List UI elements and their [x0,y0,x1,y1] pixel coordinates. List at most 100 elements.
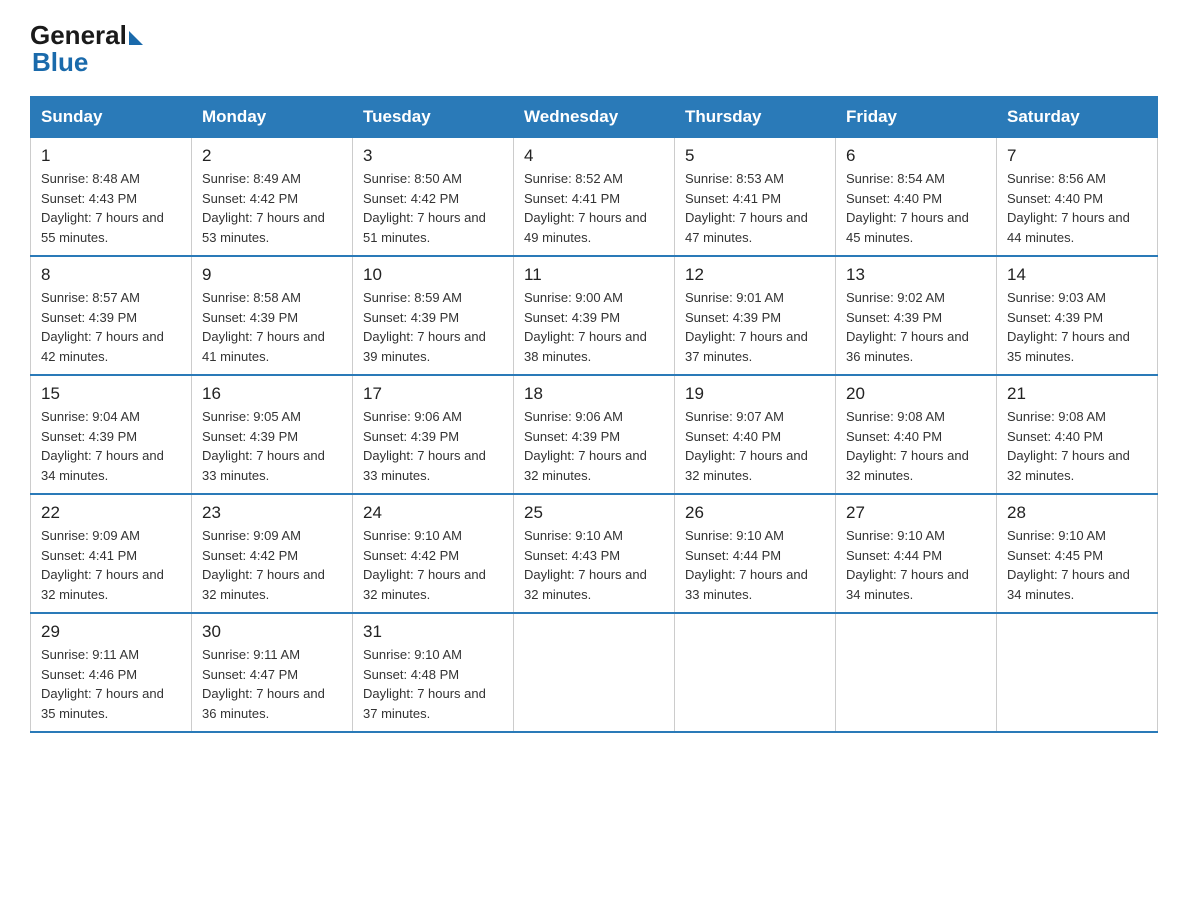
day-number: 22 [41,503,181,523]
day-number: 12 [685,265,825,285]
calendar-table: SundayMondayTuesdayWednesdayThursdayFrid… [30,96,1158,733]
calendar-week-row: 1 Sunrise: 8:48 AMSunset: 4:43 PMDaylight… [31,138,1158,257]
day-info: Sunrise: 9:11 AMSunset: 4:46 PMDaylight:… [41,647,164,721]
calendar-cell [675,613,836,732]
day-info: Sunrise: 9:07 AMSunset: 4:40 PMDaylight:… [685,409,808,483]
day-number: 6 [846,146,986,166]
calendar-cell: 29 Sunrise: 9:11 AMSunset: 4:46 PMDayligh… [31,613,192,732]
calendar-cell: 20 Sunrise: 9:08 AMSunset: 4:40 PMDayligh… [836,375,997,494]
day-number: 13 [846,265,986,285]
logo: General Blue [30,20,143,78]
day-info: Sunrise: 8:57 AMSunset: 4:39 PMDaylight:… [41,290,164,364]
calendar-cell: 12Sunrise: 9:01 AMSunset: 4:39 PMDayligh… [675,256,836,375]
weekday-header-friday: Friday [836,97,997,138]
calendar-cell: 4 Sunrise: 8:52 AMSunset: 4:41 PMDaylight… [514,138,675,257]
day-number: 4 [524,146,664,166]
day-info: Sunrise: 8:54 AMSunset: 4:40 PMDaylight:… [846,171,969,245]
day-info: Sunrise: 9:05 AMSunset: 4:39 PMDaylight:… [202,409,325,483]
weekday-header-thursday: Thursday [675,97,836,138]
day-info: Sunrise: 9:02 AMSunset: 4:39 PMDaylight:… [846,290,969,364]
day-number: 3 [363,146,503,166]
day-info: Sunrise: 9:06 AMSunset: 4:39 PMDaylight:… [363,409,486,483]
day-number: 30 [202,622,342,642]
day-number: 29 [41,622,181,642]
logo-arrow-icon [129,31,143,45]
day-number: 23 [202,503,342,523]
day-info: Sunrise: 9:10 AMSunset: 4:44 PMDaylight:… [685,528,808,602]
calendar-cell: 25Sunrise: 9:10 AMSunset: 4:43 PMDayligh… [514,494,675,613]
day-number: 24 [363,503,503,523]
day-info: Sunrise: 9:08 AMSunset: 4:40 PMDaylight:… [846,409,969,483]
page-header: General Blue [30,20,1158,78]
logo-blue-text: Blue [32,47,88,78]
calendar-cell: 23 Sunrise: 9:09 AMSunset: 4:42 PMDayligh… [192,494,353,613]
weekday-header-monday: Monday [192,97,353,138]
day-number: 15 [41,384,181,404]
day-number: 16 [202,384,342,404]
day-number: 7 [1007,146,1147,166]
day-info: Sunrise: 9:00 AMSunset: 4:39 PMDaylight:… [524,290,647,364]
calendar-cell: 2 Sunrise: 8:49 AMSunset: 4:42 PMDaylight… [192,138,353,257]
calendar-cell: 27Sunrise: 9:10 AMSunset: 4:44 PMDayligh… [836,494,997,613]
day-info: Sunrise: 8:56 AMSunset: 4:40 PMDaylight:… [1007,171,1130,245]
calendar-week-row: 22 Sunrise: 9:09 AMSunset: 4:41 PMDayligh… [31,494,1158,613]
day-number: 11 [524,265,664,285]
day-info: Sunrise: 8:48 AMSunset: 4:43 PMDaylight:… [41,171,164,245]
calendar-cell: 28 Sunrise: 9:10 AMSunset: 4:45 PMDayligh… [997,494,1158,613]
calendar-cell: 11 Sunrise: 9:00 AMSunset: 4:39 PMDayligh… [514,256,675,375]
calendar-cell: 17Sunrise: 9:06 AMSunset: 4:39 PMDayligh… [353,375,514,494]
calendar-cell: 15 Sunrise: 9:04 AMSunset: 4:39 PMDayligh… [31,375,192,494]
day-info: Sunrise: 8:50 AMSunset: 4:42 PMDaylight:… [363,171,486,245]
day-info: Sunrise: 9:10 AMSunset: 4:42 PMDaylight:… [363,528,486,602]
weekday-header-saturday: Saturday [997,97,1158,138]
weekday-header-row: SundayMondayTuesdayWednesdayThursdayFrid… [31,97,1158,138]
day-number: 2 [202,146,342,166]
calendar-cell: 7 Sunrise: 8:56 AMSunset: 4:40 PMDaylight… [997,138,1158,257]
day-info: Sunrise: 9:10 AMSunset: 4:43 PMDaylight:… [524,528,647,602]
day-info: Sunrise: 9:09 AMSunset: 4:42 PMDaylight:… [202,528,325,602]
calendar-cell: 24 Sunrise: 9:10 AMSunset: 4:42 PMDayligh… [353,494,514,613]
calendar-cell: 16 Sunrise: 9:05 AMSunset: 4:39 PMDayligh… [192,375,353,494]
day-info: Sunrise: 8:52 AMSunset: 4:41 PMDaylight:… [524,171,647,245]
calendar-cell: 30 Sunrise: 9:11 AMSunset: 4:47 PMDayligh… [192,613,353,732]
day-info: Sunrise: 9:10 AMSunset: 4:48 PMDaylight:… [363,647,486,721]
calendar-cell: 14 Sunrise: 9:03 AMSunset: 4:39 PMDayligh… [997,256,1158,375]
calendar-cell: 26 Sunrise: 9:10 AMSunset: 4:44 PMDayligh… [675,494,836,613]
day-number: 14 [1007,265,1147,285]
day-number: 27 [846,503,986,523]
day-number: 28 [1007,503,1147,523]
day-info: Sunrise: 9:06 AMSunset: 4:39 PMDaylight:… [524,409,647,483]
day-number: 18 [524,384,664,404]
calendar-cell: 8 Sunrise: 8:57 AMSunset: 4:39 PMDaylight… [31,256,192,375]
calendar-cell: 31 Sunrise: 9:10 AMSunset: 4:48 PMDayligh… [353,613,514,732]
day-info: Sunrise: 9:11 AMSunset: 4:47 PMDaylight:… [202,647,325,721]
calendar-cell: 1 Sunrise: 8:48 AMSunset: 4:43 PMDaylight… [31,138,192,257]
day-info: Sunrise: 8:53 AMSunset: 4:41 PMDaylight:… [685,171,808,245]
calendar-cell: 9Sunrise: 8:58 AMSunset: 4:39 PMDaylight… [192,256,353,375]
day-number: 31 [363,622,503,642]
day-number: 8 [41,265,181,285]
calendar-cell: 6 Sunrise: 8:54 AMSunset: 4:40 PMDaylight… [836,138,997,257]
calendar-week-row: 8 Sunrise: 8:57 AMSunset: 4:39 PMDaylight… [31,256,1158,375]
calendar-week-row: 29 Sunrise: 9:11 AMSunset: 4:46 PMDayligh… [31,613,1158,732]
weekday-header-wednesday: Wednesday [514,97,675,138]
day-info: Sunrise: 8:49 AMSunset: 4:42 PMDaylight:… [202,171,325,245]
day-info: Sunrise: 9:10 AMSunset: 4:45 PMDaylight:… [1007,528,1130,602]
calendar-cell: 13 Sunrise: 9:02 AMSunset: 4:39 PMDayligh… [836,256,997,375]
day-info: Sunrise: 9:09 AMSunset: 4:41 PMDaylight:… [41,528,164,602]
day-number: 26 [685,503,825,523]
day-number: 19 [685,384,825,404]
day-number: 10 [363,265,503,285]
day-number: 20 [846,384,986,404]
day-info: Sunrise: 9:04 AMSunset: 4:39 PMDaylight:… [41,409,164,483]
calendar-week-row: 15 Sunrise: 9:04 AMSunset: 4:39 PMDayligh… [31,375,1158,494]
calendar-cell: 3 Sunrise: 8:50 AMSunset: 4:42 PMDaylight… [353,138,514,257]
calendar-cell: 21Sunrise: 9:08 AMSunset: 4:40 PMDayligh… [997,375,1158,494]
day-info: Sunrise: 9:03 AMSunset: 4:39 PMDaylight:… [1007,290,1130,364]
day-info: Sunrise: 8:59 AMSunset: 4:39 PMDaylight:… [363,290,486,364]
day-number: 9 [202,265,342,285]
calendar-cell: 19 Sunrise: 9:07 AMSunset: 4:40 PMDayligh… [675,375,836,494]
weekday-header-sunday: Sunday [31,97,192,138]
calendar-cell: 5Sunrise: 8:53 AMSunset: 4:41 PMDaylight… [675,138,836,257]
day-number: 1 [41,146,181,166]
